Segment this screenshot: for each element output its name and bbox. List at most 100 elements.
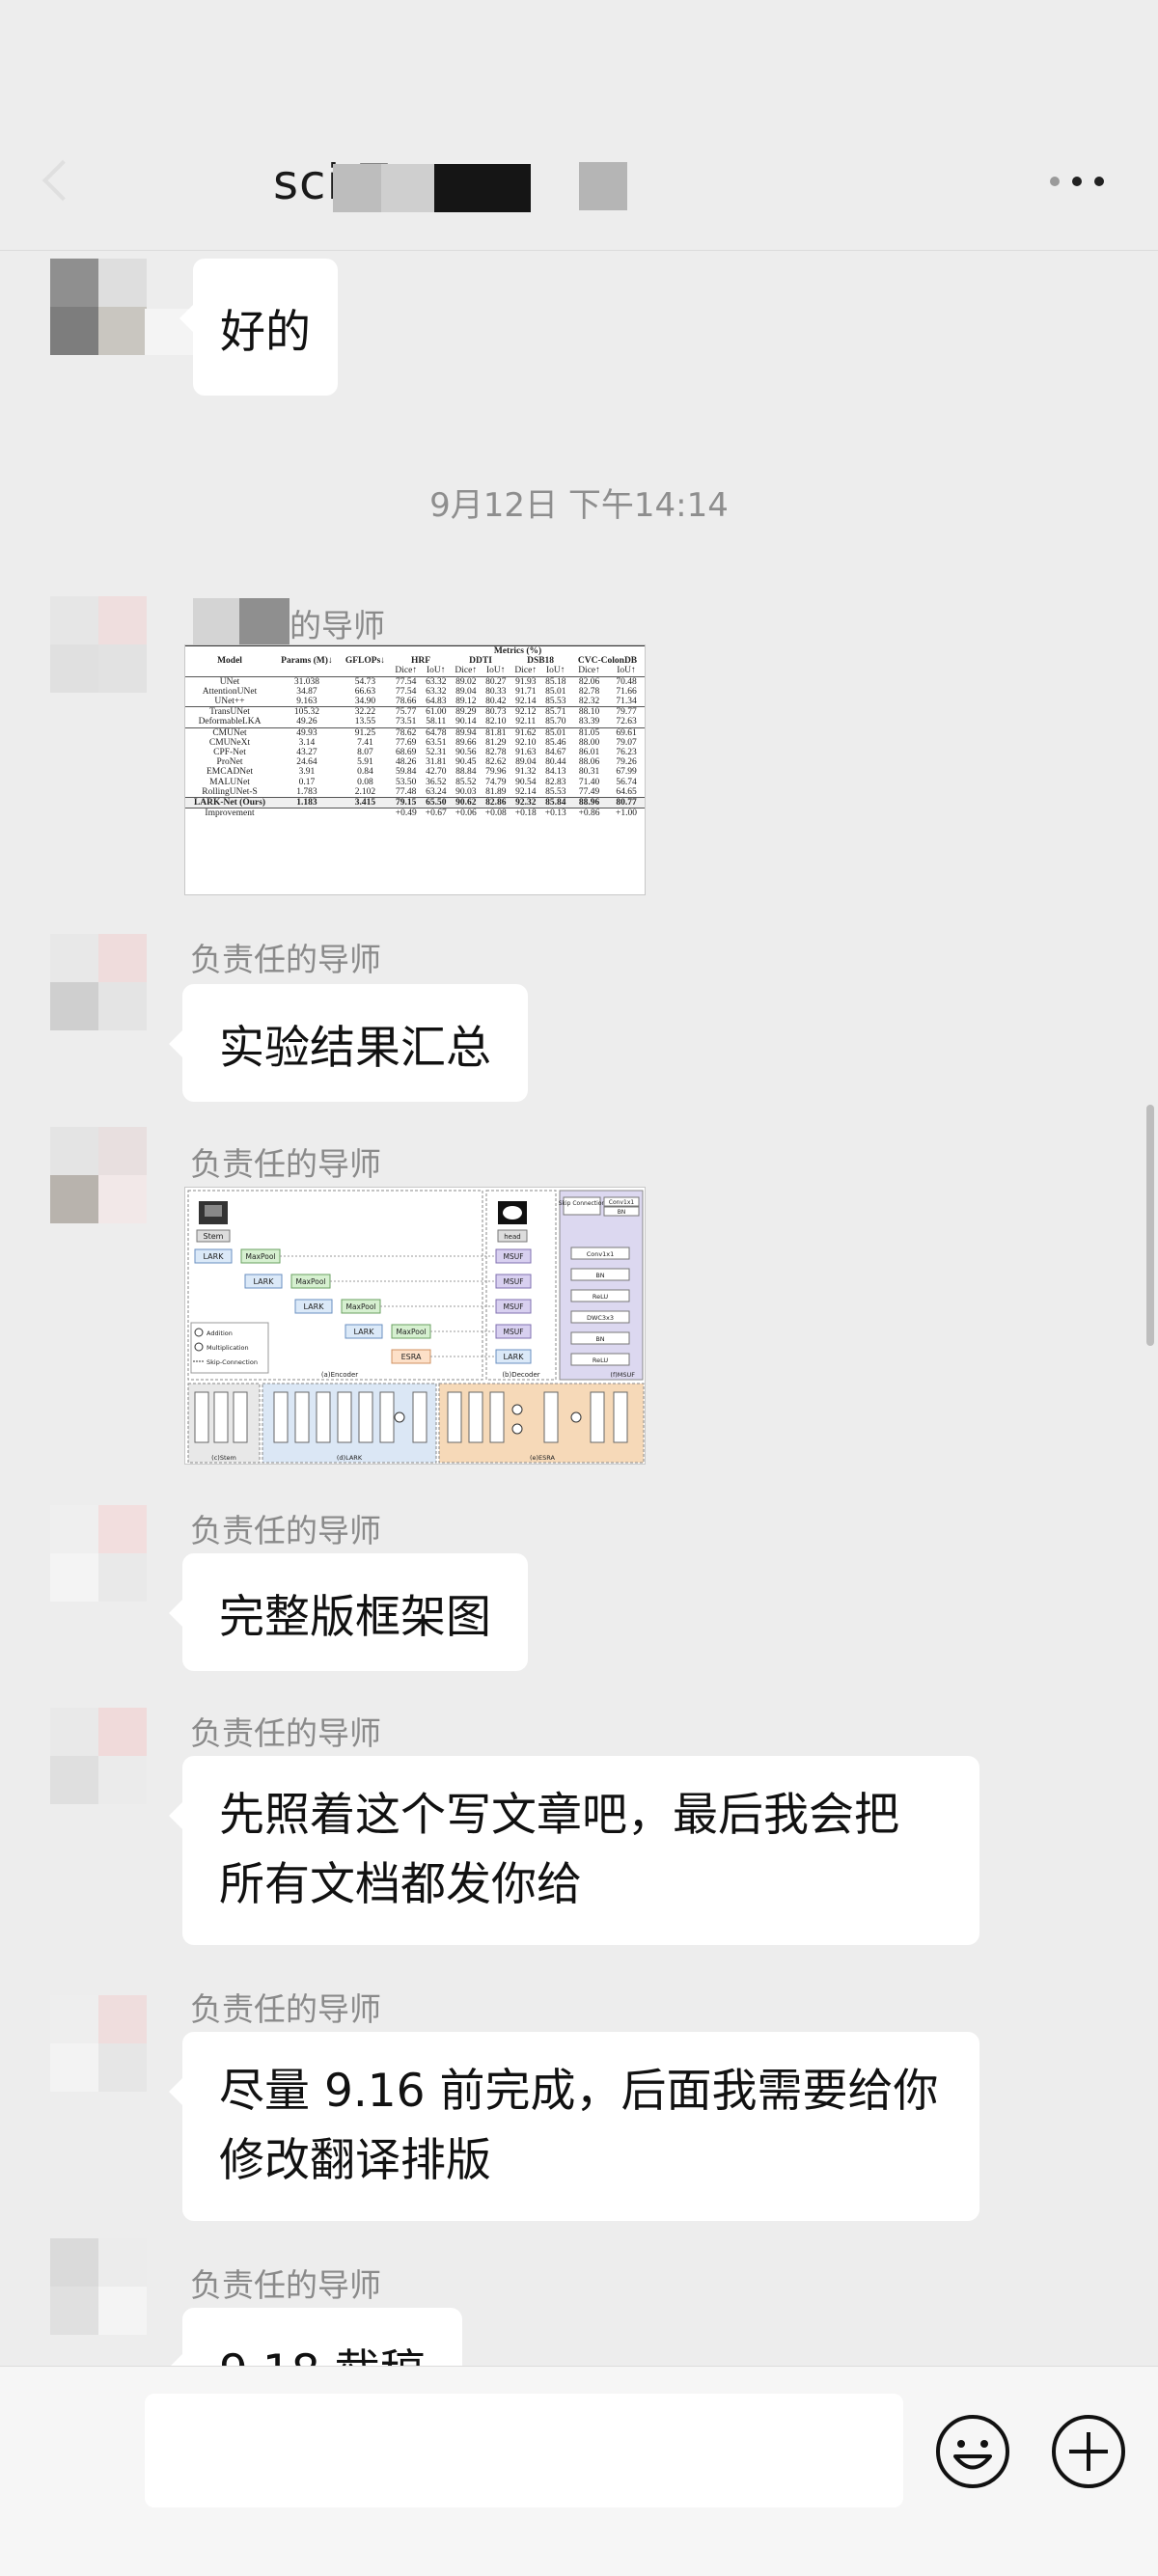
table-cell: 31.038 — [274, 675, 340, 687]
table-cell: 92.10 — [515, 737, 537, 748]
table-cell: 85.18 — [540, 675, 571, 687]
title-redaction — [333, 164, 381, 212]
diagram-skip-label: Skip Connection — [559, 1200, 606, 1207]
avatar[interactable] — [50, 596, 147, 693]
message-bubble[interactable]: 先照着这个写文章吧，最后我会把 所有文档都发你给 — [169, 1756, 979, 1945]
message-input[interactable] — [145, 2394, 903, 2507]
image-framework-diagram[interactable]: Stem LARK LARK LARK LARK MaxPool MaxPool… — [184, 1187, 646, 1465]
table-cell: 91.93 — [510, 675, 541, 687]
table-row: MALUNet 0.17 0.08 53.50 36.52 85.52 74.79 90.54… — [185, 778, 645, 787]
table-cell: 90.54 — [515, 777, 537, 787]
legend-addition: Addition — [207, 1329, 233, 1337]
image-results-table[interactable]: Model Params (M)↓ GFLOPs↓ Metrics (%) HR… — [184, 644, 646, 895]
table-cell: 85.46 — [545, 737, 566, 748]
table-cell: 79.96 — [485, 767, 507, 778]
table-cell: 31.81 — [426, 757, 447, 768]
table-cell: 7.41 — [357, 737, 373, 748]
table-cell: 90.14 — [455, 717, 477, 727]
plus-icon — [1052, 2415, 1125, 2488]
table-cell: 64.78 — [421, 726, 452, 738]
title-redaction — [579, 162, 627, 210]
table-dataset-header: DSB18 — [527, 656, 555, 667]
table-cell: 1.183 — [274, 797, 340, 808]
message-bubble[interactable]: 实验结果汇总 — [169, 984, 528, 1102]
diagram-relu-label: ReLU — [593, 1293, 609, 1301]
table-cell: 80.31 — [578, 767, 600, 778]
input-bar — [0, 2366, 1158, 2576]
message-bubble[interactable]: 完整版框架图 — [169, 1553, 528, 1671]
table-subcol-header: IoU↑ — [426, 666, 446, 676]
diagram-lark-label: LARK — [354, 1328, 375, 1336]
table-cell: 34.90 — [354, 697, 376, 707]
more-actions-button[interactable] — [1050, 2413, 1127, 2490]
avatar[interactable] — [50, 1995, 147, 2092]
table-cell: EMCADNet — [207, 767, 254, 778]
table-cell: 82.86 — [481, 797, 511, 808]
diagram-dwc-label: DWC3x3 — [587, 1314, 614, 1322]
table-cell: 13.55 — [354, 717, 376, 727]
table-cell: 80.33 — [485, 686, 507, 697]
table-cell: 90.62 — [451, 797, 482, 808]
emoji-button[interactable] — [934, 2413, 1011, 2490]
table-cell: +0.06 — [451, 808, 482, 819]
table-row: DeformableLKA 49.26 13.55 73.51 58.11 90.14 82… — [185, 717, 645, 727]
table-cell: 64.83 — [426, 697, 447, 707]
message-bubble[interactable]: 尽量 9.16 前完成，后面我需要给你 修改翻译排版 — [169, 2032, 979, 2221]
table-cell: 71.34 — [616, 697, 637, 707]
table-cell: +0.49 — [391, 808, 422, 819]
diagram-relu-label: ReLU — [593, 1357, 609, 1364]
avatar[interactable] — [50, 1505, 147, 1602]
table-row: RollingUNet-S 1.783 2.102 77.48 63.24 90.03 81… — [185, 787, 645, 798]
table-subcol-header: Dice↑ — [395, 666, 418, 676]
table-cell: 88.84 — [455, 767, 477, 778]
diagram-conv-label: Conv1x1 — [587, 1250, 615, 1258]
table-cell: DeformableLKA — [198, 717, 262, 727]
diagram-msuf-label: MSUF — [503, 1277, 523, 1286]
sender-name: 负责任的导师 — [190, 1714, 381, 1752]
sender-redaction — [193, 598, 239, 646]
message-text: 完整版框架图 — [219, 1590, 491, 1644]
table-cell: 86.01 — [578, 748, 600, 758]
table-cell: 49.26 — [296, 717, 317, 727]
scrollbar[interactable] — [1146, 1105, 1154, 1346]
message-bubble[interactable]: 好的 — [179, 259, 338, 396]
table-cell: 90.03 — [455, 786, 477, 797]
caption-lark: (d)LARK — [337, 1454, 363, 1462]
table-cell — [274, 808, 340, 819]
avatar[interactable] — [50, 1127, 147, 1223]
table-cell: 8.07 — [357, 748, 373, 758]
table-cell: 61.00 — [421, 706, 452, 718]
table-cell: +0.13 — [540, 808, 571, 819]
table-cell: 85.84 — [540, 797, 571, 808]
more-options-icon[interactable] — [1050, 174, 1104, 189]
table-cell: 84.67 — [545, 748, 566, 758]
table-cell: 56.74 — [616, 777, 637, 787]
table-cell: 91.62 — [510, 726, 541, 738]
table-cell: +0.18 — [510, 808, 541, 819]
table-cell: 77.69 — [396, 737, 417, 748]
table-cell: 80.27 — [481, 675, 511, 687]
table-cell: 74.79 — [485, 777, 507, 787]
table-cell: Improvement — [185, 808, 275, 819]
avatar[interactable] — [50, 934, 147, 1030]
table-cell: 79.15 — [391, 797, 422, 808]
table-cell: LARK-Net (Ours) — [185, 797, 275, 808]
diagram-bn-label: BN — [595, 1272, 604, 1279]
avatar[interactable] — [50, 2238, 147, 2335]
table-cell: 70.48 — [608, 675, 645, 687]
table-cell: 80.44 — [545, 757, 566, 768]
sender-name: 负责任的导师 — [190, 941, 381, 978]
back-icon[interactable] — [41, 159, 84, 202]
table-row: AttentionUNet 34.87 66.63 77.54 63.32 89.04 80… — [185, 687, 645, 697]
table-cell: 85.71 — [540, 706, 571, 718]
table-cell: 34.87 — [296, 686, 317, 697]
table-cell: 77.54 — [396, 686, 417, 697]
table-cell: 82.83 — [545, 777, 566, 787]
diagram-maxpool-label: MaxPool — [245, 1252, 275, 1261]
table-cell: 90.56 — [455, 748, 477, 758]
table-cell: 89.12 — [455, 697, 477, 707]
table-cell: CMUNeXt — [208, 737, 251, 748]
avatar[interactable] — [50, 1708, 147, 1804]
table-cell: 81.81 — [481, 726, 511, 738]
avatar[interactable] — [50, 259, 147, 355]
